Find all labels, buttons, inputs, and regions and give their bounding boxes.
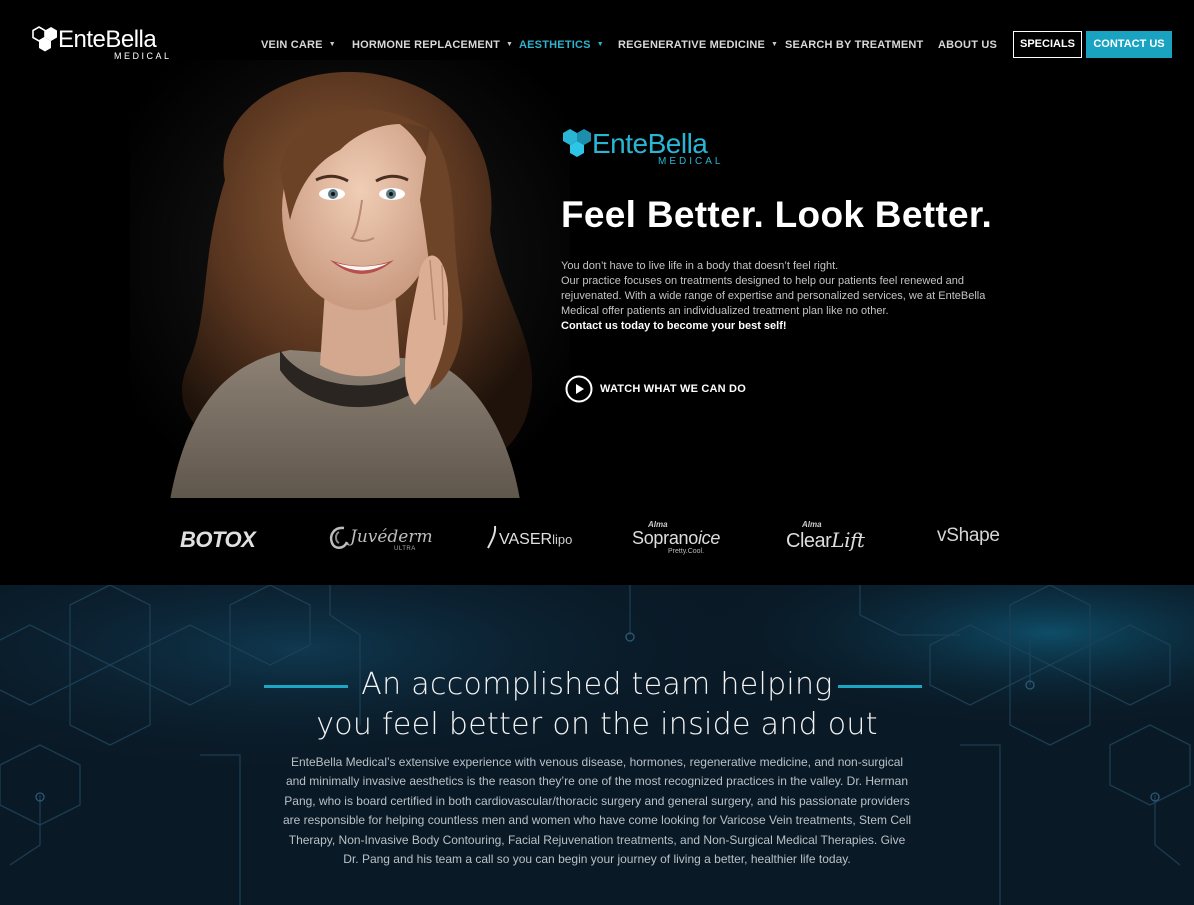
hero-logo: EnteBella MEDICAL — [562, 124, 732, 168]
site-header: EnteBella MEDICAL VEIN CARE ▼ HORMONE REP… — [0, 0, 1194, 90]
nav-item-regenerative-medicine[interactable]: REGENERATIVE MEDICINE ▼ — [618, 39, 778, 51]
hero-title: Feel Better. Look Better. — [561, 194, 993, 235]
nav-item-hormone-replacement[interactable]: HORMONE REPLACEMENT ▼ — [352, 39, 513, 51]
nav-label[interactable]: AESTHETICS — [519, 39, 591, 51]
about-body: EnteBella Medical’s extensive experience… — [282, 755, 912, 867]
brand-logos-strip: BOTOX Juvéderm ULTRA VASERlipo Alma Sopr… — [0, 498, 1194, 585]
contact-us-button[interactable]: CONTACT US — [1086, 31, 1172, 58]
hero-line-1: You don’t have to live life in a body th… — [561, 260, 839, 272]
vaser-lipo-wordmark: lipo — [552, 532, 573, 547]
clearlift-lift: Lift — [831, 528, 865, 552]
nav-label[interactable]: SEARCH BY TREATMENT — [785, 39, 923, 51]
soprano-ice-wordmark: ice — [697, 528, 721, 548]
hexagon-logo-icon — [563, 129, 591, 157]
dropdown-caret-icon: ▼ — [596, 41, 604, 48]
about-section: An accomplished team helping you feel be… — [0, 585, 1194, 905]
about-title-line-2: you feel better on the inside and out — [316, 707, 878, 742]
hero-logo-sub: MEDICAL — [658, 156, 724, 167]
juvederm-swirl-icon — [329, 526, 349, 549]
botox-logo: BOTOX — [180, 527, 256, 552]
about-title: An accomplished team helping you feel be… — [0, 665, 1194, 745]
logo-subtitle: MEDICAL — [114, 51, 172, 61]
nav-label[interactable]: HORMONE REPLACEMENT — [352, 39, 500, 51]
vaser-lipo-logo: VASERlipo — [487, 524, 572, 550]
nav-item-vein-care[interactable]: VEIN CARE ▼ — [261, 39, 336, 51]
soprano-tagline: Pretty.Cool. — [668, 548, 705, 555]
nav-label[interactable]: REGENERATIVE MEDICINE — [618, 39, 765, 51]
nav-label[interactable]: VEIN CARE — [261, 39, 323, 51]
site-logo[interactable]: EnteBella MEDICAL — [32, 24, 172, 64]
vaser-wordmark: VASER — [499, 531, 553, 548]
play-circle-icon[interactable] — [565, 375, 593, 403]
hero-cta-text: Contact us today to become your best sel… — [561, 320, 787, 332]
dropdown-caret-icon: ▼ — [771, 41, 779, 48]
hero-logo-word: EnteBella — [592, 128, 708, 159]
logo-wordmark: EnteBella — [58, 26, 157, 53]
nav-item-about-us[interactable]: ABOUT US — [938, 39, 997, 51]
nav-item-search-by-treatment[interactable]: SEARCH BY TREATMENT — [785, 39, 923, 51]
hero-description: You don’t have to live life in a body th… — [561, 259, 1021, 334]
clearlift-clear: Clear — [786, 530, 832, 552]
hero-photo — [130, 60, 570, 500]
hero-line-2: Our practice focuses on treatments desig… — [561, 275, 986, 317]
soprano-wordmark: Soprano — [632, 528, 698, 548]
dropdown-caret-icon: ▼ — [506, 41, 514, 48]
nav-item-aesthetics[interactable]: AESTHETICS ▼ — [519, 39, 604, 51]
vaser-swoosh-icon — [487, 525, 497, 549]
about-title-line-1: An accomplished team helping — [361, 667, 833, 702]
juvederm-sub: ULTRA — [394, 546, 416, 552]
soprano-wordmark-wrap: Sopranoice — [632, 528, 720, 549]
juvederm-wordmark: Juvéderm — [350, 527, 433, 547]
vshape-logo: vShape — [937, 525, 1000, 546]
nav-label[interactable]: ABOUT US — [938, 39, 997, 51]
clearlift-wordmark-wrap: ClearLift — [786, 528, 865, 553]
watch-video-label[interactable]: WATCH WHAT WE CAN DO — [600, 383, 746, 395]
specials-button[interactable]: SPECIALS — [1013, 31, 1082, 58]
hexagon-logo-icon — [32, 26, 57, 52]
dropdown-caret-icon: ▼ — [328, 41, 336, 48]
